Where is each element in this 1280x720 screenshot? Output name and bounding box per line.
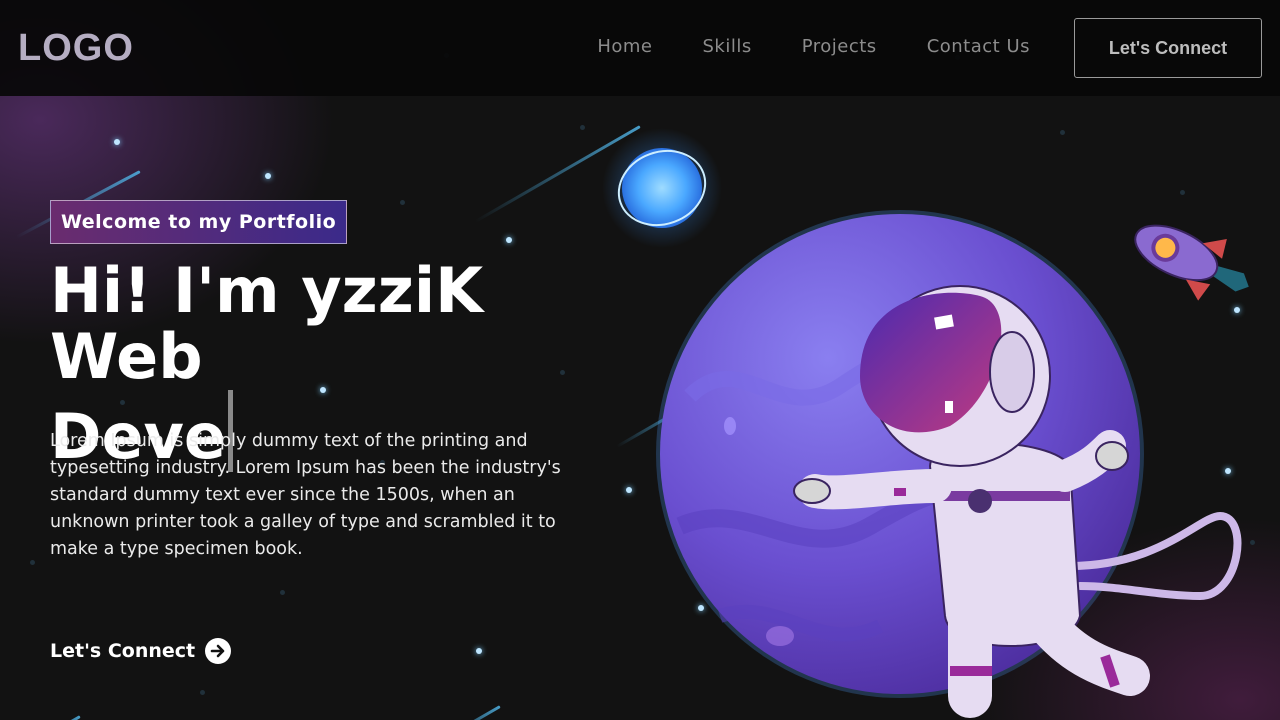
dust — [280, 590, 285, 595]
shooting-star — [35, 715, 81, 720]
dust — [30, 560, 35, 565]
blue-planet-icon — [602, 128, 722, 248]
nav-link-projects[interactable]: Projects — [802, 36, 877, 57]
dust — [400, 200, 405, 205]
hero-connect-label: Let's Connect — [50, 640, 196, 662]
shooting-star — [438, 705, 501, 720]
nav-links: Home Skills Projects Contact Us — [597, 36, 1030, 57]
arrow-right-circle-icon — [205, 638, 232, 664]
nav-link-home[interactable]: Home — [597, 36, 652, 57]
nav-link-skills[interactable]: Skills — [702, 36, 751, 57]
star — [114, 139, 120, 145]
nav-link-contact-us[interactable]: Contact Us — [927, 36, 1030, 57]
dust — [580, 125, 585, 130]
nav-connect-button[interactable]: Let's Connect — [1074, 18, 1262, 78]
astronaut-planet-illustration — [602, 128, 1249, 718]
star — [476, 648, 482, 654]
tagline-badge: Welcome to my Portfolio — [50, 200, 348, 244]
logo[interactable]: LOGO — [18, 26, 134, 70]
hero-intro-text: Lorem Ipsum is simply dummy text of the … — [50, 431, 561, 559]
star — [506, 237, 512, 243]
dust — [200, 690, 205, 695]
star — [265, 173, 271, 179]
headline-line-1: Hi! I'm yzziK Web — [50, 254, 484, 393]
rocket-icon — [1134, 224, 1249, 301]
hero-connect-button[interactable]: Let's Connect — [50, 638, 232, 664]
navbar: LOGO Home Skills Projects Contact Us Let… — [0, 0, 1280, 96]
